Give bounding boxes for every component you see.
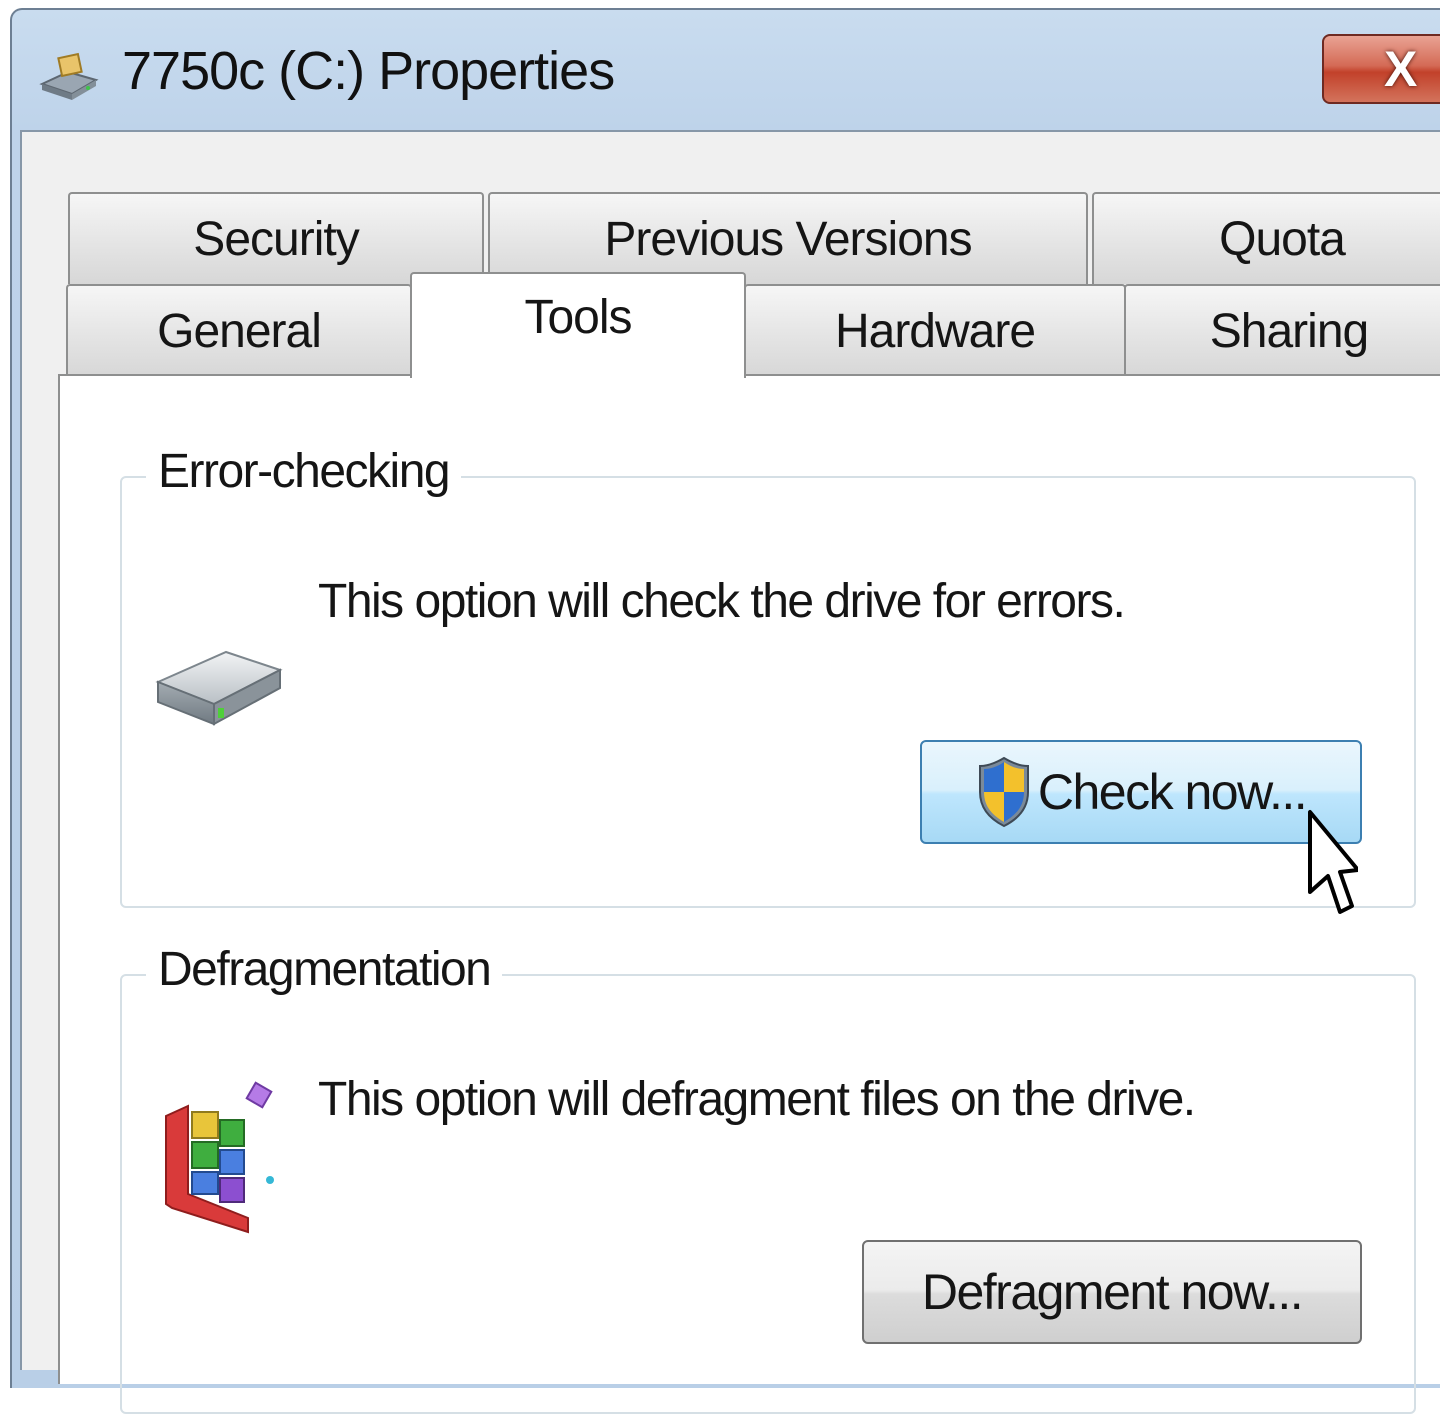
defragmentation-group: Defragmentation This option will defragm… [120, 942, 1416, 1414]
defragmentation-description: This option will defragment files on the… [318, 1073, 1196, 1126]
window-title: 7750c (C:) Properties [122, 41, 615, 101]
tab-security[interactable]: Security [68, 192, 484, 284]
defragment-now-button[interactable]: Defragment now... [862, 1240, 1362, 1344]
tab-general[interactable]: General [66, 284, 412, 376]
defragment-icon [165, 1081, 274, 1234]
error-checking-description: This option will check the drive for err… [318, 575, 1126, 628]
error-checking-group: Error-checking This option will check th… [120, 444, 1416, 908]
tab-tools[interactable]: Tools [410, 272, 746, 378]
close-button[interactable]: X [1322, 34, 1440, 104]
tab-quota[interactable]: Quota [1092, 192, 1440, 284]
mouse-pointer-icon [1308, 810, 1358, 914]
check-now-button[interactable]: Check now... [920, 740, 1362, 844]
title-bar[interactable]: 7750c (C:) Properties X [12, 10, 1440, 140]
check-now-label: Check now... [1037, 764, 1308, 820]
drive-properties-icon [39, 52, 99, 100]
hard-drive-icon [155, 650, 283, 726]
error-checking-title: Error-checking [146, 444, 462, 499]
tab-sharing[interactable]: Sharing [1124, 284, 1440, 376]
tab-hardware[interactable]: Hardware [744, 284, 1126, 376]
defragmentation-title: Defragmentation [146, 942, 503, 997]
tab-previous-versions[interactable]: Previous Versions [488, 192, 1088, 284]
tools-tab-page: Error-checking This option will check th… [58, 374, 1440, 1414]
uac-shield-icon [978, 756, 1029, 828]
